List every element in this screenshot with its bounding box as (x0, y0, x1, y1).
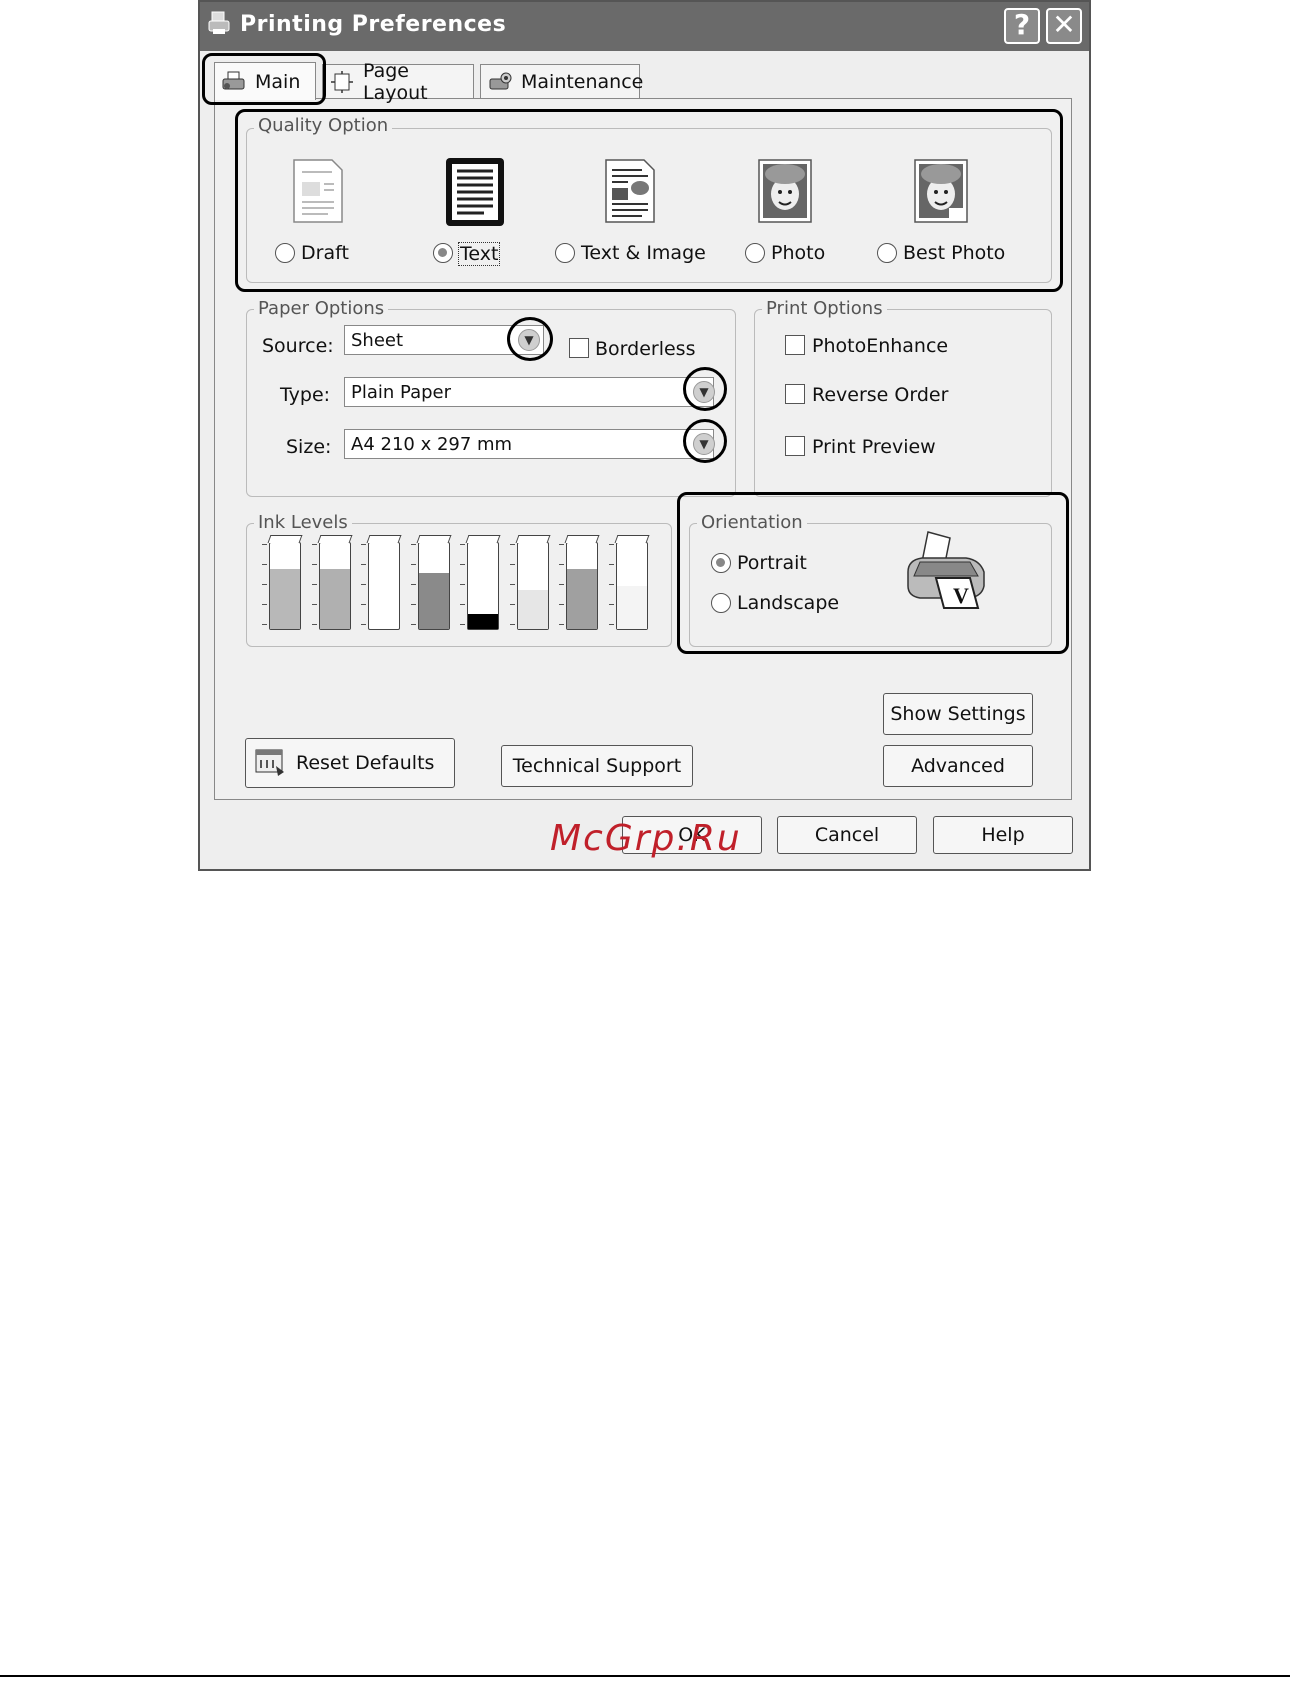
page-bottom-rule (0, 1675, 1290, 1677)
ink-scale-ticks (608, 544, 615, 630)
ink-scale-ticks (460, 544, 466, 630)
radio-photo[interactable] (745, 243, 765, 263)
portrait-label: Portrait (737, 552, 807, 574)
ink-tube (416, 535, 451, 630)
tab-page-layout[interactable]: Page Layout (322, 60, 474, 104)
close-icon[interactable]: ✕ (1046, 8, 1082, 44)
ink-fill (418, 573, 449, 629)
type-label: Type: (280, 384, 331, 406)
tab-label: Maintenance (521, 70, 644, 93)
technical-support-button[interactable]: Technical Support (501, 745, 693, 787)
reset-defaults-label: Reset Defaults (296, 752, 435, 774)
size-dropdown-highlight (683, 419, 727, 463)
ink-fill (468, 613, 498, 629)
ink-fill (270, 568, 300, 629)
ink-fill (517, 590, 548, 629)
size-value: A4 210 x 297 mm (351, 434, 513, 455)
type-dropdown-highlight (683, 367, 727, 411)
tab-maintenance[interactable]: Maintenance (480, 64, 644, 98)
borderless-checkbox[interactable] (569, 338, 589, 358)
reset-defaults-icon (254, 748, 288, 778)
photoenhance-label: PhotoEnhance (812, 335, 949, 357)
type-value: Plain Paper (351, 382, 451, 403)
show-settings-button[interactable]: Show Settings (883, 693, 1033, 735)
ink-scale-ticks (311, 544, 318, 630)
ink-tube (515, 535, 550, 630)
reverse-order-checkbox[interactable] (785, 384, 805, 404)
print-preview-checkbox[interactable] (785, 436, 805, 456)
ink-tube (564, 535, 600, 630)
reset-defaults-button[interactable]: Reset Defaults (245, 738, 455, 788)
advanced-button[interactable]: Advanced (883, 745, 1033, 787)
help-button[interactable]: Help (933, 816, 1073, 854)
radio-text-image[interactable] (555, 243, 575, 263)
text-quality-icon (444, 156, 506, 228)
landscape-label: Landscape (737, 592, 840, 614)
portrait-printer-icon: V (900, 530, 992, 620)
photo-icon (757, 158, 813, 224)
radio-landscape[interactable] (711, 593, 731, 613)
ink-tube-cap (366, 535, 402, 543)
tab-label: Page Layout (363, 59, 428, 104)
text-image-label: Text & Image (581, 242, 706, 264)
source-value: Sheet (351, 330, 404, 351)
ink-fill (319, 568, 350, 629)
help-title-button[interactable]: ? (1004, 8, 1040, 44)
ink-fill (567, 568, 597, 629)
ink-tube-cap (317, 535, 352, 543)
source-label: Source: (262, 335, 334, 357)
text-label: Text (458, 242, 501, 266)
reverse-order-label: Reverse Order (812, 384, 949, 406)
print-preview-label: Print Preview (812, 436, 936, 458)
radio-best-photo[interactable] (877, 243, 897, 263)
radio-draft[interactable] (275, 243, 295, 263)
ink-levels-label: Ink Levels (254, 512, 352, 533)
radio-text[interactable] (433, 243, 453, 263)
ink-tube (317, 535, 352, 630)
maintenance-icon (487, 71, 513, 93)
ink-tube (366, 535, 402, 630)
source-dropdown-highlight (507, 317, 553, 361)
ink-scale-ticks (361, 544, 367, 630)
print-options-label: Print Options (762, 298, 887, 319)
draft-icon (290, 158, 346, 224)
ink-scale-ticks (509, 544, 516, 630)
ink-levels-display (262, 535, 662, 640)
ink-tube-cap (465, 535, 501, 543)
printer-icon (221, 71, 247, 93)
best-photo-label: Best Photo (903, 242, 1006, 264)
orientation-highlight (677, 492, 1069, 654)
paper-options-label: Paper Options (254, 298, 389, 319)
text-image-icon (602, 158, 658, 224)
ink-tube-cap (614, 535, 649, 543)
printer-app-icon (208, 10, 230, 36)
ink-tube-cap (515, 535, 550, 543)
photo-label: Photo (771, 242, 826, 264)
ink-tube (465, 535, 501, 630)
photoenhance-checkbox[interactable] (785, 335, 805, 355)
ink-scale-ticks (559, 544, 565, 630)
ink-scale-ticks (262, 544, 268, 630)
type-select[interactable]: Plain Paper (344, 377, 714, 407)
ink-tube (614, 535, 649, 630)
cancel-button[interactable]: Cancel (777, 816, 917, 854)
size-label: Size: (286, 436, 332, 458)
svg-text:V: V (953, 583, 969, 608)
tab-main[interactable]: Main (214, 62, 316, 100)
ink-fill (616, 586, 647, 629)
page-layout-icon (329, 70, 355, 93)
best-photo-icon (913, 158, 969, 224)
ink-tube (267, 535, 303, 630)
ink-tube-cap (267, 535, 303, 543)
tab-label: Main (255, 70, 301, 93)
window-title: Printing Preferences (240, 12, 507, 37)
size-select[interactable]: A4 210 x 297 mm (344, 429, 714, 459)
draft-label: Draft (301, 242, 349, 264)
ink-tube-cap (564, 535, 600, 543)
radio-portrait[interactable] (711, 553, 731, 573)
borderless-label: Borderless (595, 338, 696, 360)
ink-tube-cap (416, 535, 451, 543)
watermark-text: McGrp.Ru (550, 818, 742, 859)
ink-scale-ticks (410, 544, 417, 630)
